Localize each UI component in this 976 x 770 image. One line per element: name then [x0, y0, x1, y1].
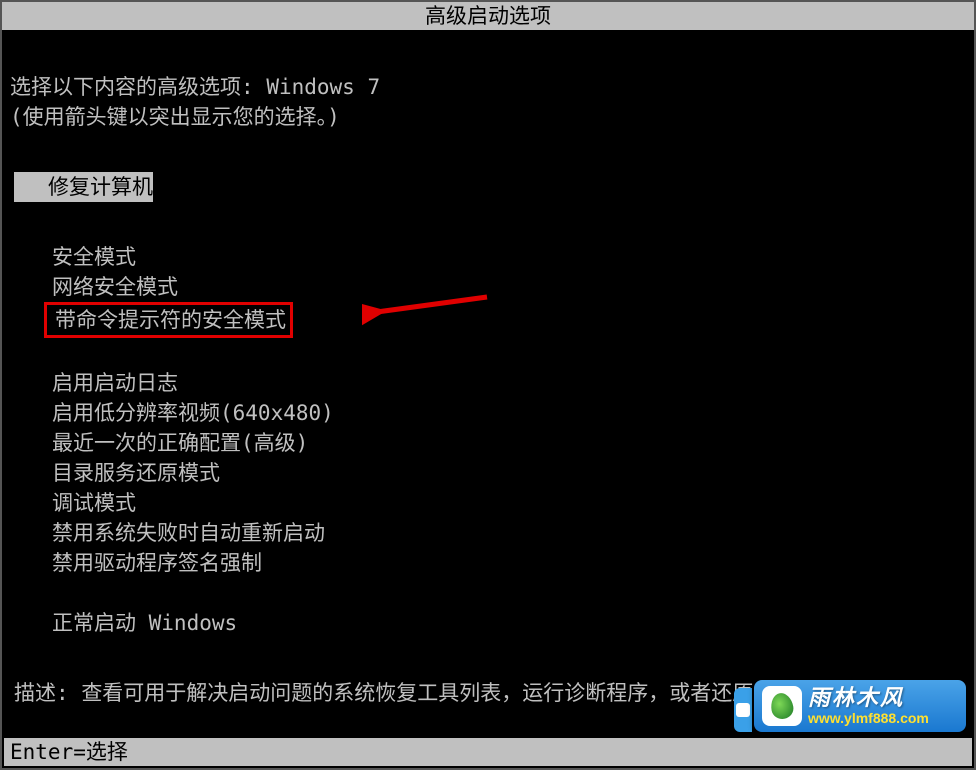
title-bar: 高级启动选项	[2, 2, 974, 30]
option-ds-restore[interactable]: 目录服务还原模式	[52, 458, 966, 488]
option-safe-mode-network[interactable]: 网络安全模式	[52, 272, 966, 302]
watermark-url: www.ylmf888.com	[808, 711, 929, 725]
repair-option-label: 修复计算机	[48, 175, 153, 199]
description-text: 查看可用于解决启动问题的系统恢复工具列表，运行诊断程序，或者还原系统。	[81, 681, 816, 705]
intro-line: 选择以下内容的高级选项: Windows 7	[10, 72, 966, 102]
watermark-side-tab	[734, 688, 752, 732]
option-boot-log[interactable]: 启用启动日志	[52, 368, 966, 398]
description-label: 描述:	[14, 681, 69, 705]
intro-hint: (使用箭头键以突出显示您的选择。)	[10, 102, 966, 132]
watermark-brand: 雨林木风	[808, 687, 929, 709]
option-disable-driver-sig[interactable]: 禁用驱动程序签名强制	[52, 548, 966, 578]
repair-option-row[interactable]: 修复计算机	[10, 172, 966, 202]
option-normal-start[interactable]: 正常启动 Windows	[52, 608, 966, 638]
option-low-res[interactable]: 启用低分辨率视频(640x480)	[52, 398, 966, 428]
option-last-known-good[interactable]: 最近一次的正确配置(高级)	[52, 428, 966, 458]
option-safe-mode-cmd[interactable]: 带命令提示符的安全模式	[52, 302, 966, 338]
option-safe-mode[interactable]: 安全模式	[52, 242, 966, 272]
option-debug[interactable]: 调试模式	[52, 488, 966, 518]
watermark-leaf-icon	[762, 686, 802, 726]
content-area: 选择以下内容的高级选项: Windows 7 (使用箭头键以突出显示您的选择。)…	[2, 30, 974, 708]
footer-enter-hint: Enter=选择	[10, 739, 128, 765]
option-disable-auto-restart[interactable]: 禁用系统失败时自动重新启动	[52, 518, 966, 548]
footer-bar: Enter=选择	[4, 738, 972, 766]
title-text: 高级启动选项	[425, 4, 551, 28]
watermark-badge: 雨林木风 www.ylmf888.com	[754, 680, 966, 732]
options-list: 安全模式 网络安全模式 带命令提示符的安全模式 启用启动日志 启用低分辨率视频(…	[10, 242, 966, 638]
intro-os-name: Windows 7	[266, 75, 380, 99]
intro-prefix: 选择以下内容的高级选项:	[10, 75, 254, 99]
